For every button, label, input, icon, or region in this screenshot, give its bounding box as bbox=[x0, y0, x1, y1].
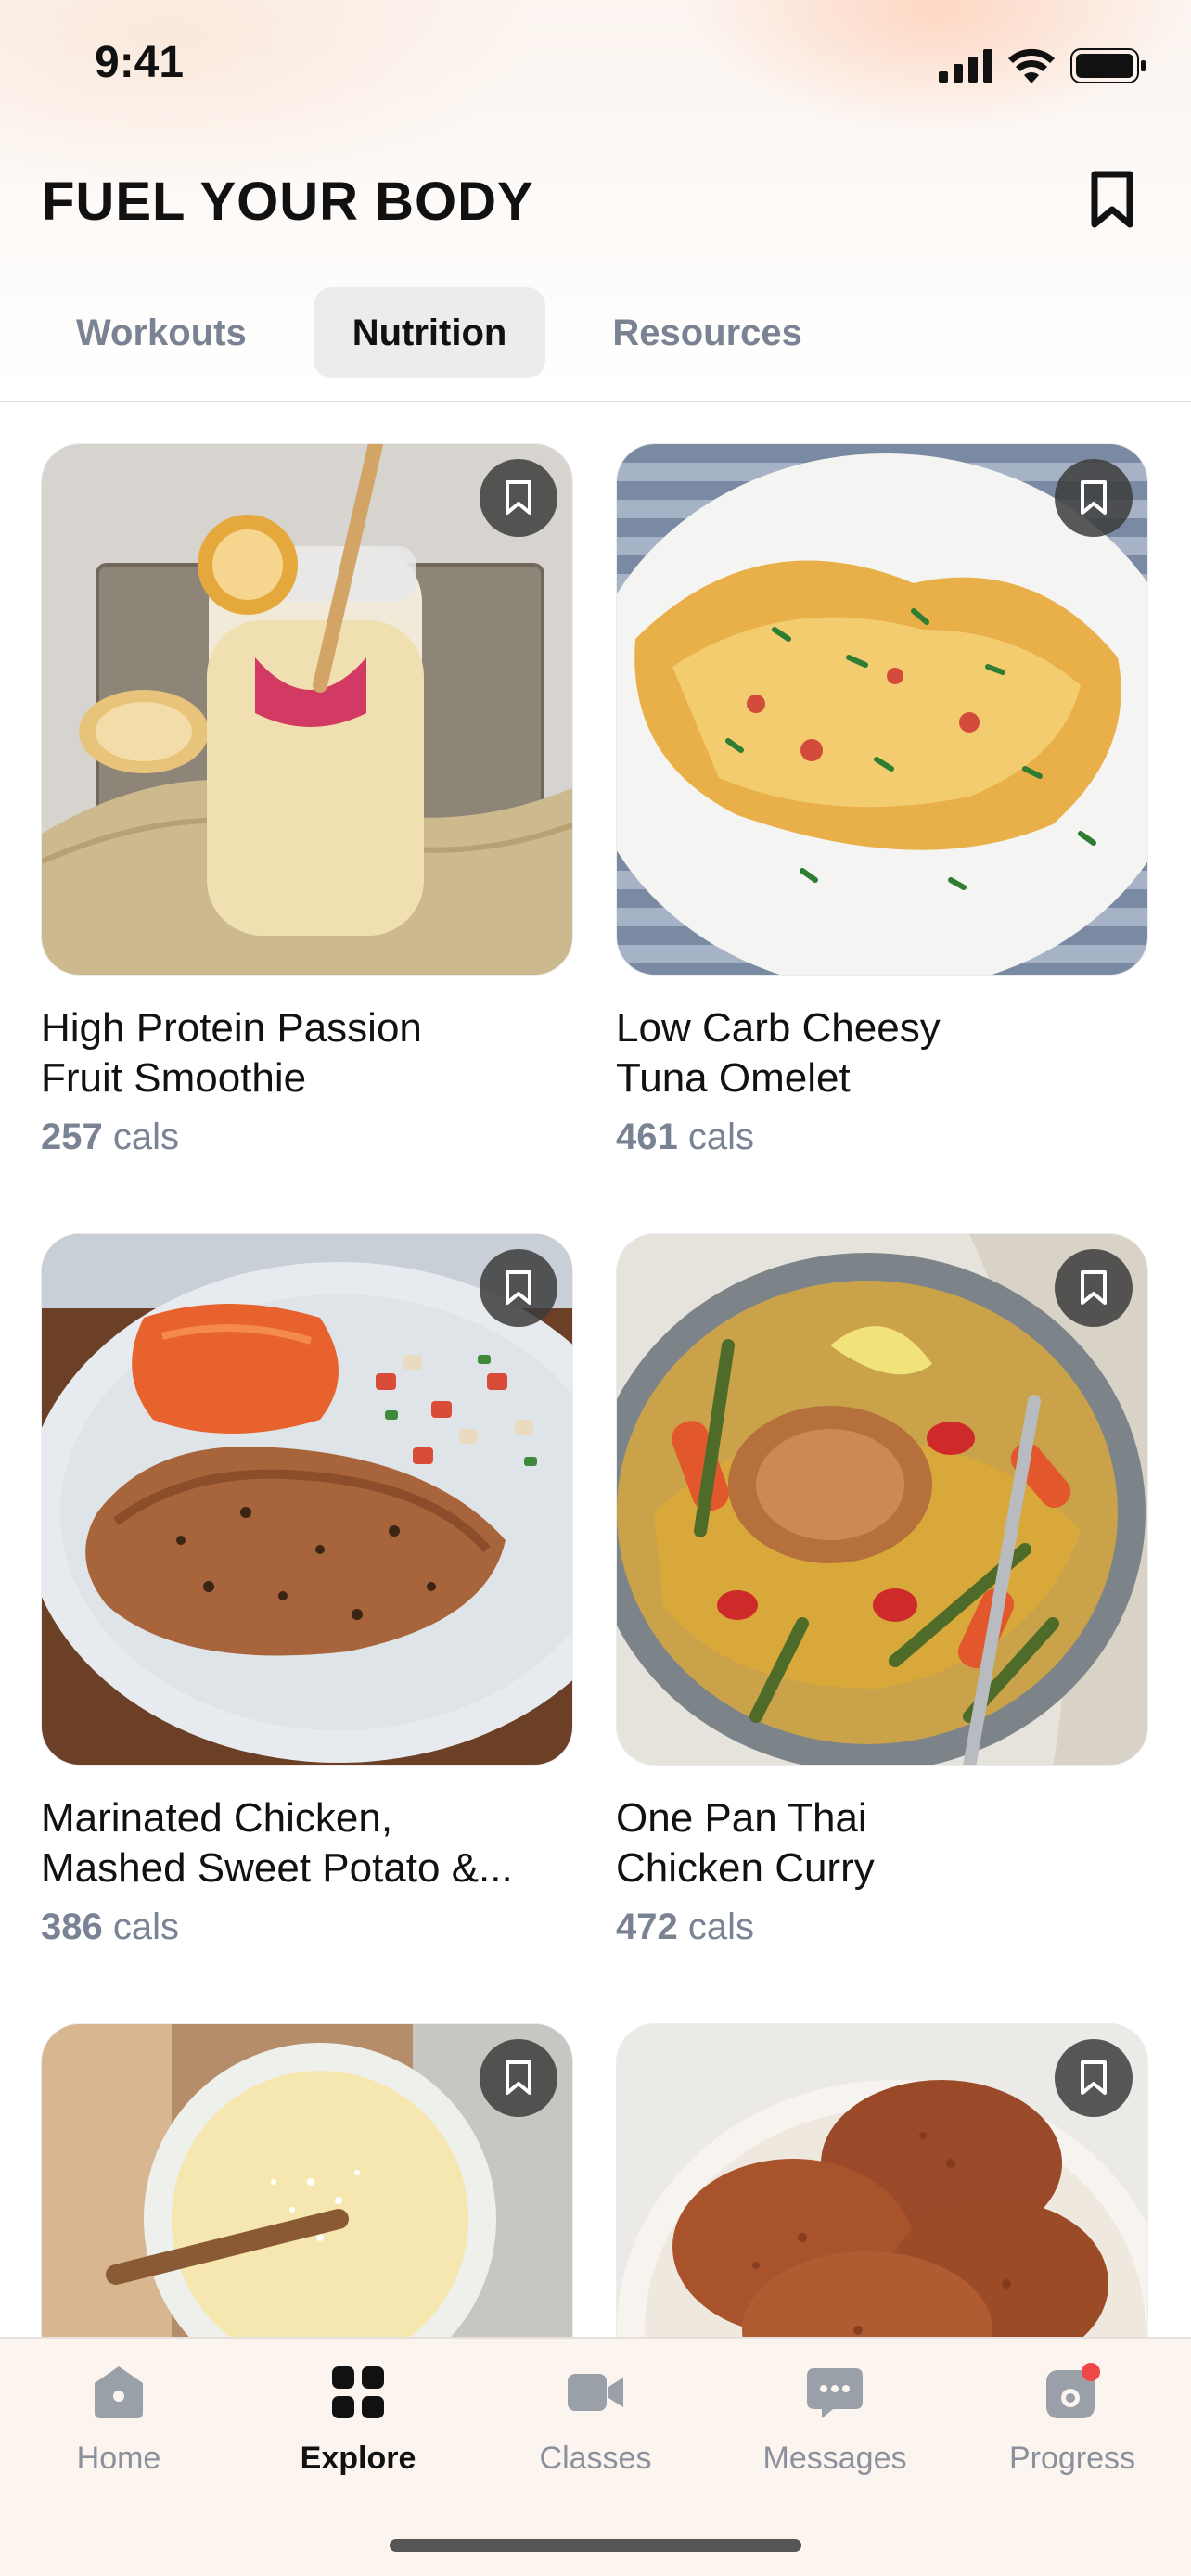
recipe-title-line: Chicken Curry bbox=[616, 1845, 875, 1891]
bookmark-icon bbox=[506, 480, 531, 515]
recipe-title-line: Fruit Smoothie bbox=[41, 1055, 307, 1101]
tab-messages[interactable]: Messages bbox=[733, 2363, 937, 2477]
bookmark-icon bbox=[1081, 1270, 1107, 1305]
home-icon bbox=[95, 2366, 143, 2418]
recipe-card[interactable]: Low Carb Cheesy Tuna Omelet 461 cals bbox=[616, 443, 1150, 1158]
category-tabs: Workouts Nutrition Resources bbox=[37, 287, 841, 378]
page-header: FUEL YOUR BODY bbox=[0, 158, 1191, 269]
tab-progress[interactable]: Progress bbox=[970, 2363, 1174, 2477]
calories-unit: cals bbox=[687, 1906, 755, 1947]
tab-label: Workouts bbox=[76, 312, 247, 353]
curry-bowl-photo bbox=[616, 1233, 1148, 1766]
grid-icon bbox=[332, 2366, 384, 2418]
calories-unit: cals bbox=[112, 1906, 180, 1947]
recipe-calories: 472 cals bbox=[616, 1906, 1150, 1948]
tab-home[interactable]: Home bbox=[17, 2363, 221, 2477]
recipe-title-line: Tuna Omelet bbox=[616, 1055, 851, 1101]
chicken-plate-photo bbox=[41, 1233, 573, 1766]
recipe-calories: 257 cals bbox=[41, 1116, 575, 1158]
calories-value: 461 bbox=[616, 1116, 678, 1157]
smoothie-jar-photo bbox=[41, 443, 573, 976]
bookmark-icon bbox=[1091, 171, 1133, 228]
tab-workouts[interactable]: Workouts bbox=[37, 287, 286, 378]
status-time: 9:41 bbox=[95, 38, 185, 87]
calories-value: 386 bbox=[41, 1906, 103, 1947]
signal-icon bbox=[939, 49, 992, 83]
calories-value: 257 bbox=[41, 1116, 103, 1157]
save-recipe-button[interactable] bbox=[480, 2039, 557, 2117]
calories-value: 472 bbox=[616, 1906, 678, 1947]
recipe-calories: 461 cals bbox=[616, 1116, 1150, 1158]
recipe-card[interactable]: One Pan Thai Chicken Curry 472 cals bbox=[616, 1233, 1150, 1948]
save-recipe-button[interactable] bbox=[1055, 459, 1133, 537]
recipe-title: Marinated Chicken, Mashed Sweet Potato &… bbox=[41, 1793, 575, 1894]
recipe-title-line: Low Carb Cheesy bbox=[616, 1005, 941, 1051]
wifi-icon bbox=[1008, 48, 1055, 83]
recipe-title: Low Carb Cheesy Tuna Omelet bbox=[616, 1003, 1150, 1103]
tab-classes[interactable]: Classes bbox=[493, 2363, 698, 2477]
tabs-divider bbox=[0, 401, 1191, 402]
tab-progress-label: Progress bbox=[1008, 2441, 1136, 2476]
omelet-plate-photo bbox=[616, 443, 1148, 976]
bookmark-icon bbox=[1081, 2060, 1107, 2095]
bookmark-icon bbox=[506, 2060, 531, 2095]
tab-label: Nutrition bbox=[352, 312, 507, 353]
calories-unit: cals bbox=[687, 1116, 755, 1157]
recipe-title-line: One Pan Thai bbox=[616, 1795, 867, 1841]
recipe-title: One Pan Thai Chicken Curry bbox=[616, 1793, 1150, 1894]
battery-icon bbox=[1070, 48, 1146, 83]
status-icons bbox=[939, 48, 1146, 83]
save-recipe-button[interactable] bbox=[1055, 1249, 1133, 1327]
tab-explore-label: Explore bbox=[300, 2441, 416, 2476]
save-recipe-button[interactable] bbox=[1055, 2039, 1133, 2117]
tab-classes-label: Classes bbox=[539, 2441, 652, 2476]
tab-nutrition[interactable]: Nutrition bbox=[313, 287, 546, 378]
home-indicator bbox=[390, 2539, 801, 2552]
recipe-title: High Protein Passion Fruit Smoothie bbox=[41, 1003, 575, 1103]
bookmark-icon bbox=[1081, 480, 1107, 515]
recipe-calories: 386 cals bbox=[41, 1906, 575, 1948]
recipe-title-line: High Protein Passion bbox=[41, 1005, 422, 1051]
video-camera-icon bbox=[568, 2374, 623, 2411]
tab-home-label: Home bbox=[76, 2441, 161, 2476]
recipe-card[interactable]: Marinated Chicken, Mashed Sweet Potato &… bbox=[41, 1233, 575, 1948]
tab-messages-label: Messages bbox=[762, 2441, 907, 2476]
chat-bubble-icon bbox=[807, 2368, 863, 2418]
page-title: FUEL YOUR BODY bbox=[42, 172, 534, 232]
tab-explore[interactable]: Explore bbox=[256, 2363, 460, 2477]
tab-resources[interactable]: Resources bbox=[573, 287, 841, 378]
recipe-title-line: Mashed Sweet Potato &... bbox=[41, 1845, 513, 1891]
bookmark-icon bbox=[506, 1270, 531, 1305]
recipe-card[interactable]: High Protein Passion Fruit Smoothie 257 … bbox=[41, 443, 575, 1158]
tab-label: Resources bbox=[612, 312, 802, 353]
calories-unit: cals bbox=[112, 1116, 180, 1157]
progress-icon bbox=[1046, 2363, 1100, 2418]
notification-badge bbox=[1082, 2363, 1100, 2381]
status-bar: 9:41 bbox=[0, 0, 1191, 130]
save-recipe-button[interactable] bbox=[480, 1249, 557, 1327]
recipe-title-line: Marinated Chicken, bbox=[41, 1795, 393, 1841]
save-recipe-button[interactable] bbox=[480, 459, 557, 537]
bookmark-button[interactable] bbox=[1087, 171, 1137, 230]
